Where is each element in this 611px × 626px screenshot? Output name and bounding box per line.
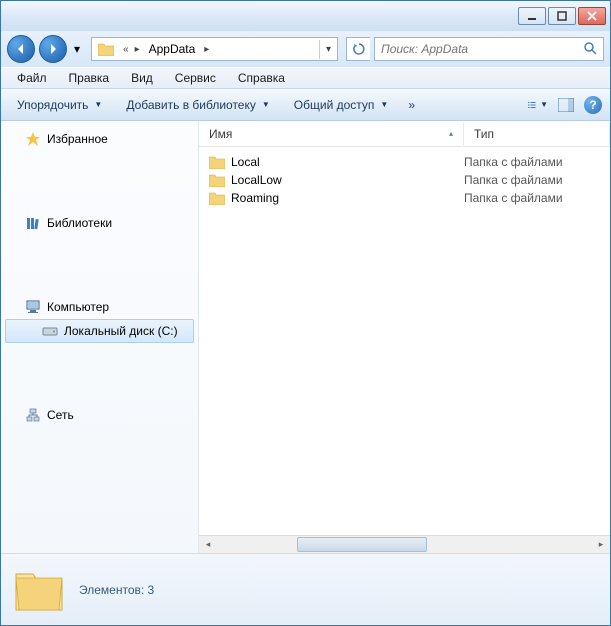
file-type: Папка с файлами — [464, 155, 600, 169]
toolbar-overflow[interactable]: » — [404, 94, 419, 116]
file-type: Папка с файлами — [464, 173, 600, 187]
folder-icon — [96, 39, 116, 59]
history-dropdown[interactable]: ▾ — [71, 42, 83, 56]
folder-icon — [209, 155, 225, 169]
search-input[interactable] — [381, 42, 583, 56]
file-type: Папка с файлами — [464, 191, 600, 205]
column-headers: Имя▴ Тип — [199, 121, 610, 147]
folder-icon — [209, 173, 225, 187]
network-label: Сеть — [47, 408, 74, 422]
close-button[interactable] — [578, 7, 606, 25]
scroll-left-button[interactable]: ◂ — [199, 536, 217, 554]
file-name: Roaming — [231, 191, 279, 205]
computer-group[interactable]: Компьютер — [1, 295, 198, 319]
column-type[interactable]: Тип — [464, 123, 610, 145]
libraries-label: Библиотеки — [47, 216, 112, 230]
menu-view[interactable]: Вид — [121, 69, 163, 87]
address-bar[interactable]: « ▸ AppData ▸ ▾ — [91, 37, 338, 61]
network-group[interactable]: Сеть — [1, 403, 198, 427]
file-name: Local — [231, 155, 260, 169]
libraries-group[interactable]: Библиотеки — [1, 211, 198, 235]
scroll-thumb[interactable] — [297, 537, 427, 552]
chevron-right-icon[interactable]: ▸ — [201, 44, 212, 55]
help-button[interactable]: ? — [584, 96, 602, 114]
scroll-right-button[interactable]: ▸ — [592, 536, 610, 554]
network-icon — [25, 407, 41, 423]
search-box[interactable] — [374, 37, 604, 61]
scroll-track[interactable] — [217, 536, 592, 553]
toolbar: Упорядочить▼ Добавить в библиотеку▼ Общи… — [1, 89, 610, 121]
local-disk-item[interactable]: Локальный диск (C:) — [5, 319, 194, 343]
view-mode-button[interactable]: ▼ — [528, 95, 548, 115]
menu-edit[interactable]: Правка — [59, 69, 120, 87]
file-name: LocalLow — [231, 173, 282, 187]
menu-help[interactable]: Справка — [228, 69, 295, 87]
organize-button[interactable]: Упорядочить▼ — [9, 94, 110, 116]
body: Избранное Библиотеки Компьютер Локальный… — [1, 121, 610, 553]
share-button[interactable]: Общий доступ▼ — [286, 94, 397, 116]
folder-icon — [209, 191, 225, 205]
favorites-group[interactable]: Избранное — [1, 127, 198, 151]
explorer-window: ▾ « ▸ AppData ▸ ▾ Файл Правка Вид Сервис… — [0, 0, 611, 626]
content-pane: Имя▴ Тип Local Папка с файлами LocalLow … — [199, 121, 610, 553]
include-library-button[interactable]: Добавить в библиотеку▼ — [118, 94, 277, 116]
details-pane: Элементов: 3 — [1, 553, 610, 625]
minimize-button[interactable] — [518, 7, 546, 25]
navigation-pane: Избранное Библиотеки Компьютер Локальный… — [1, 121, 199, 553]
menu-file[interactable]: Файл — [7, 69, 57, 87]
sort-indicator-icon: ▴ — [449, 129, 453, 138]
chevron-icon: « — [120, 44, 132, 55]
star-icon — [25, 131, 41, 147]
computer-label: Компьютер — [47, 300, 109, 314]
horizontal-scrollbar[interactable]: ◂ ▸ — [199, 535, 610, 553]
address-dropdown[interactable]: ▾ — [319, 40, 337, 59]
favorites-label: Избранное — [47, 132, 108, 146]
menu-tools[interactable]: Сервис — [165, 69, 226, 87]
list-item[interactable]: LocalLow Папка с файлами — [199, 171, 610, 189]
titlebar — [1, 1, 610, 31]
column-name[interactable]: Имя▴ — [199, 123, 464, 145]
search-icon[interactable] — [583, 41, 597, 58]
refresh-button[interactable] — [346, 37, 370, 61]
chevron-right-icon[interactable]: ▸ — [132, 44, 143, 55]
list-item[interactable]: Local Папка с файлами — [199, 153, 610, 171]
back-button[interactable] — [7, 35, 35, 63]
breadcrumb-appdata[interactable]: AppData — [143, 38, 202, 60]
disk-icon — [42, 323, 58, 339]
file-list: Local Папка с файлами LocalLow Папка с ф… — [199, 147, 610, 535]
folder-large-icon — [13, 566, 65, 614]
details-count: Элементов: 3 — [79, 583, 154, 597]
forward-button[interactable] — [39, 35, 67, 63]
preview-pane-button[interactable] — [556, 95, 576, 115]
computer-icon — [25, 299, 41, 315]
local-disk-label: Локальный диск (C:) — [64, 324, 178, 338]
maximize-button[interactable] — [548, 7, 576, 25]
list-item[interactable]: Roaming Папка с файлами — [199, 189, 610, 207]
navigation-bar: ▾ « ▸ AppData ▸ ▾ — [1, 31, 610, 67]
menubar: Файл Правка Вид Сервис Справка — [1, 67, 610, 89]
libraries-icon — [25, 215, 41, 231]
